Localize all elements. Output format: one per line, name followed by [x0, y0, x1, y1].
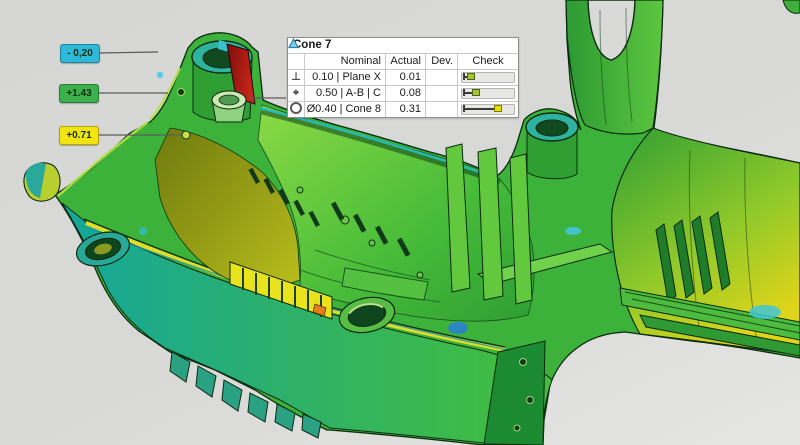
check-cell	[457, 101, 518, 117]
col-header-dev: Dev.	[425, 53, 457, 69]
deviation-triangle-icon	[288, 53, 304, 69]
tolerance-bar	[461, 88, 515, 99]
perpendicularity-icon: ⊥	[288, 69, 304, 85]
actual-value: 0.31	[385, 101, 425, 117]
tolerance-bar	[461, 104, 515, 115]
deviation-label-negative[interactable]: - 0,20	[60, 44, 100, 63]
position-icon: ⌖	[288, 85, 304, 101]
deviation-label-yellow[interactable]: +0.71	[59, 126, 99, 145]
tolerance-bar	[461, 72, 515, 83]
table-title: Cone 7	[288, 38, 518, 53]
col-header-actual: Actual	[385, 53, 425, 69]
tolerance-line	[464, 108, 498, 110]
dev-value	[425, 85, 457, 101]
inspection-dimension-table[interactable]: Cone 7 Nominal Actual Dev. Check ⊥ 0.10 …	[287, 37, 519, 118]
deviation-label-green[interactable]: +1.43	[59, 84, 99, 103]
nominal-value: 0.10 | Plane X	[304, 69, 385, 85]
left-nub	[24, 163, 60, 201]
actual-value: 0.08	[385, 85, 425, 101]
check-marker	[467, 73, 475, 80]
deviation-patch-blue	[448, 322, 468, 334]
dev-value	[425, 69, 457, 85]
col-header-check: Check	[457, 53, 518, 69]
check-marker	[472, 89, 480, 96]
dev-value	[425, 101, 457, 117]
check-cell	[457, 85, 518, 101]
metrology-viewport: - 0,20 +1.43 +0.71 Cone 7 Nominal Actual…	[0, 0, 800, 445]
circularity-icon	[288, 101, 304, 117]
col-header-nominal: Nominal	[304, 53, 385, 69]
nominal-value: Ø0.40 | Cone 8	[304, 101, 385, 117]
fin-plates	[446, 144, 532, 304]
actual-value: 0.01	[385, 69, 425, 85]
check-marker	[494, 105, 502, 112]
check-cell	[457, 69, 518, 85]
nominal-value: 0.50 | A-B | C	[304, 85, 385, 101]
